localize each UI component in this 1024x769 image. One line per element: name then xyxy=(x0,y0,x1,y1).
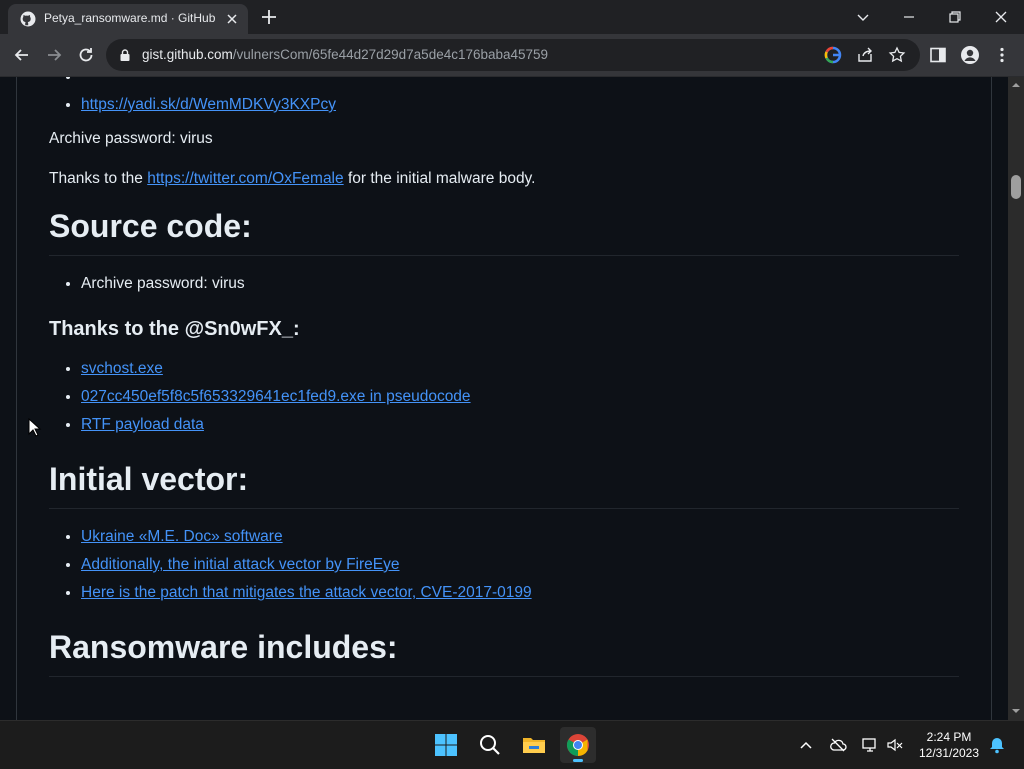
list-item: https://yadi.sk/d/WemMDKVy3KXPcy xyxy=(81,77,959,91)
cve-patch-link[interactable]: Here is the patch that mitigates the att… xyxy=(81,584,532,601)
close-tab-icon[interactable] xyxy=(224,11,240,27)
forward-icon[interactable] xyxy=(44,45,64,65)
thanks-prefix: Thanks to the xyxy=(49,170,148,187)
rtf-payload-link[interactable]: RTF payload data xyxy=(81,416,204,433)
notification-bell-icon[interactable] xyxy=(988,736,1006,754)
heading-source-code: Source code: xyxy=(49,208,252,244)
scroll-thumb[interactable] xyxy=(1011,175,1021,199)
list-item: Here is the patch that mitigates the att… xyxy=(81,579,959,607)
bookmark-star-icon[interactable] xyxy=(888,46,906,64)
list-item: Ukraine «M.E. Doc» software xyxy=(81,523,959,551)
search-icon xyxy=(480,735,500,755)
heading-thanks-snowfx: Thanks to the @Sn0wFX_: xyxy=(49,318,300,340)
vector-links-list: Ukraine «M.E. Doc» software Additionally… xyxy=(49,523,959,607)
start-button[interactable] xyxy=(428,727,464,763)
google-lens-icon[interactable] xyxy=(824,46,842,64)
folder-icon xyxy=(523,738,545,753)
download-links-list: https://yadi.sk/d/WemMDKVy3KXPcy https:/… xyxy=(49,77,959,119)
markdown-body: https://yadi.sk/d/WemMDKVy3KXPcy https:/… xyxy=(49,77,959,677)
cloud-offline-icon[interactable] xyxy=(829,736,847,754)
volume-muted-icon[interactable] xyxy=(886,736,904,754)
mouse-cursor-icon xyxy=(28,418,42,437)
svchost-link[interactable]: svchost.exe xyxy=(81,360,163,377)
github-icon xyxy=(20,11,36,27)
system-clock[interactable]: 2:24 PM 12/31/2023 xyxy=(914,729,984,761)
network-icon[interactable] xyxy=(861,736,879,754)
page-viewport[interactable]: https://yadi.sk/d/WemMDKVy3KXPcy https:/… xyxy=(0,77,1008,720)
archive-password-text: Archive password: virus xyxy=(49,130,213,147)
windows-taskbar: 2:24 PM 12/31/2023 xyxy=(0,720,1024,769)
side-panel-icon[interactable] xyxy=(928,45,948,65)
restore-icon[interactable] xyxy=(944,6,966,28)
url-text[interactable]: gist.github.com/vulnersCom/65fe44d27d29d… xyxy=(142,47,548,62)
browser-tab[interactable]: Petya_ransomware.md · GitHub xyxy=(8,4,248,34)
clock-time: 2:24 PM xyxy=(926,730,972,744)
search-button[interactable] xyxy=(472,727,508,763)
file-explorer-button[interactable] xyxy=(516,727,552,763)
twitter-link[interactable]: https://twitter.com/OxFemale xyxy=(147,170,343,187)
browser-toolbar: gist.github.com/vulnersCom/65fe44d27d29d… xyxy=(0,34,1024,77)
address-bar[interactable]: gist.github.com/vulnersCom/65fe44d27d29d… xyxy=(106,39,920,71)
tab-search-chevron-icon[interactable] xyxy=(852,6,874,28)
thanks-paragraph: Thanks to the https://twitter.com/OxFema… xyxy=(49,170,959,188)
medoc-link[interactable]: Ukraine «M.E. Doc» software xyxy=(81,528,283,545)
reload-icon[interactable] xyxy=(76,45,96,65)
profile-icon[interactable] xyxy=(960,45,980,65)
scroll-up-arrow-icon[interactable] xyxy=(1012,81,1020,89)
snowfx-links-list: svchost.exe 027cc450ef5f8c5f653329641ec1… xyxy=(49,355,959,439)
fireeye-link[interactable]: Additionally, the initial attack vector … xyxy=(81,556,399,573)
source-list: Archive password: virus xyxy=(49,270,959,298)
new-tab-icon[interactable] xyxy=(260,8,278,26)
list-item: svchost.exe xyxy=(81,355,959,383)
thanks-suffix: for the initial malware body. xyxy=(343,170,536,187)
active-indicator xyxy=(573,759,583,762)
heading-ransomware-includes: Ransomware includes: xyxy=(49,629,398,665)
clock-date: 12/31/2023 xyxy=(918,746,980,760)
list-item: Archive password: virus xyxy=(81,270,959,298)
url-path: /vulnersCom/65fe44d27d29d7a5de4c176baba4… xyxy=(232,47,549,62)
share-icon[interactable] xyxy=(856,46,874,64)
chevron-up-icon[interactable] xyxy=(797,736,815,754)
list-item: https://yadi.sk/d/WemMDKVy3KXPcy xyxy=(81,91,959,119)
pseudocode-link[interactable]: 027cc450ef5f8c5f653329641ec1fed9.exe in … xyxy=(81,388,471,405)
chrome-icon xyxy=(567,734,589,756)
list-item: RTF payload data xyxy=(81,411,959,439)
minimize-icon[interactable] xyxy=(898,6,920,28)
yadi-download-link[interactable]: https://yadi.sk/d/WemMDKVy3KXPcy xyxy=(81,96,336,113)
chrome-taskbar-button[interactable] xyxy=(560,727,596,763)
heading-initial-vector: Initial vector: xyxy=(49,461,249,497)
lock-icon[interactable] xyxy=(118,48,132,62)
list-item: 027cc450ef5f8c5f653329641ec1fed9.exe in … xyxy=(81,383,959,411)
more-menu-icon[interactable] xyxy=(992,45,1012,65)
tab-title: Petya_ransomware.md · GitHub xyxy=(44,11,216,25)
page-scrollbar[interactable] xyxy=(1008,77,1024,720)
windows-logo-icon xyxy=(435,734,457,756)
list-item: Additionally, the initial attack vector … xyxy=(81,551,959,579)
divider xyxy=(49,676,959,677)
close-window-icon[interactable] xyxy=(990,6,1012,28)
divider xyxy=(49,255,959,256)
scroll-down-arrow-icon[interactable] xyxy=(1012,707,1020,715)
url-host: gist.github.com xyxy=(142,47,233,62)
divider xyxy=(49,508,959,509)
back-icon[interactable] xyxy=(12,45,32,65)
browser-titlebar: Petya_ransomware.md · GitHub xyxy=(0,0,1024,34)
